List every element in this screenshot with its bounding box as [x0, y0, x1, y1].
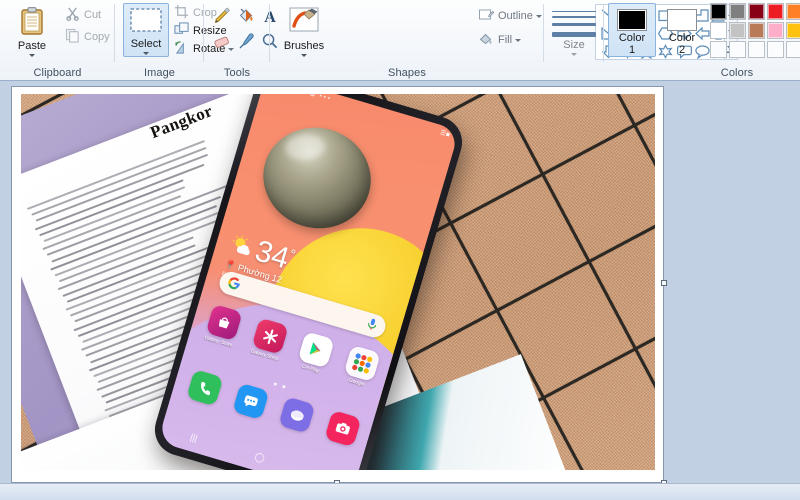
- location-pin-icon: 📍: [224, 259, 238, 272]
- palette-swatch[interactable]: [748, 3, 765, 20]
- status-signal-battery-icon: ☰■: [439, 128, 451, 138]
- fill-label: Fill: [498, 34, 512, 46]
- palette-swatch[interactable]: [767, 41, 784, 58]
- group-label-shapes: Shapes: [270, 67, 544, 79]
- resize-icon: [174, 22, 189, 40]
- size-label: Size: [563, 39, 584, 51]
- outline-label: Outline: [498, 10, 533, 22]
- color-picker-icon[interactable]: [234, 29, 258, 53]
- right-middle-handle[interactable]: [661, 280, 667, 286]
- rotate-icon: [174, 40, 189, 58]
- recents-icon[interactable]: |||: [189, 432, 199, 444]
- cut-label: Cut: [84, 9, 101, 21]
- ribbon-group-image: Select Crop Resize: [115, 0, 204, 81]
- outline-icon: [478, 7, 494, 26]
- palette-swatch[interactable]: [748, 22, 765, 39]
- palette-swatch[interactable]: [729, 3, 746, 20]
- color-2-swatch[interactable]: [667, 9, 697, 31]
- ribbon: Paste Cut Copy: [0, 0, 800, 81]
- selection-rectangle-icon: [129, 7, 163, 36]
- paste-label: Paste: [18, 40, 46, 52]
- size-dropdown-caret[interactable]: [571, 53, 577, 56]
- size-lines-icon: [552, 9, 596, 40]
- color-2-label-line1: Color: [669, 32, 695, 44]
- select-dropdown-caret[interactable]: [143, 52, 149, 55]
- crop-icon: [174, 4, 189, 22]
- microphone-icon[interactable]: [364, 316, 379, 334]
- pasted-photo[interactable]: Pangkor 12:00 ⚙ ▪▪▪ ☰■: [21, 94, 655, 470]
- color-1-swatch[interactable]: [617, 9, 647, 31]
- palette-swatch[interactable]: [710, 41, 727, 58]
- pencil-icon[interactable]: [210, 4, 234, 28]
- palette-swatch[interactable]: [786, 41, 800, 58]
- color-1-label-line2: 1: [629, 44, 635, 56]
- brushes-button[interactable]: Brushes: [278, 3, 330, 57]
- scissors-icon: [65, 6, 80, 24]
- fill-bucket-icon[interactable]: [234, 4, 258, 28]
- status-notification-icons: ▪▪▪: [318, 94, 332, 103]
- clipboard-icon: [19, 7, 45, 38]
- brushes-dropdown-caret[interactable]: [301, 54, 307, 57]
- status-bar: [0, 483, 800, 500]
- wallpaper-sphere: [251, 115, 383, 242]
- home-icon[interactable]: ◯: [253, 451, 266, 464]
- outline-button[interactable]: Outline: [475, 6, 543, 26]
- brush-icon: [289, 7, 319, 38]
- group-label-clipboard: Clipboard: [0, 67, 115, 79]
- palette-swatch[interactable]: [748, 41, 765, 58]
- palette-swatch[interactable]: [767, 3, 784, 20]
- group-label-image: Image: [115, 67, 204, 79]
- fill-button[interactable]: Fill: [475, 30, 530, 50]
- group-label-tools: Tools: [204, 67, 270, 79]
- fill-dropdown-caret[interactable]: [515, 39, 521, 42]
- copy-icon: [65, 28, 80, 46]
- palette-swatch[interactable]: [786, 3, 800, 20]
- text-line: [62, 244, 195, 297]
- copy-button[interactable]: Copy: [62, 27, 114, 47]
- work-area: Pangkor 12:00 ⚙ ▪▪▪ ☰■: [0, 81, 800, 500]
- copy-label: Copy: [84, 31, 110, 43]
- ribbon-group-tools: A Tools: [204, 0, 270, 81]
- size-button[interactable]: Size: [549, 3, 599, 57]
- ribbon-group-clipboard: Paste Cut Copy: [0, 0, 115, 81]
- eraser-icon[interactable]: [210, 29, 234, 53]
- select-label: Select: [131, 38, 162, 50]
- google-g-icon: [225, 275, 242, 294]
- select-button[interactable]: Select: [123, 3, 169, 57]
- outline-dropdown-caret[interactable]: [536, 15, 542, 18]
- color-2-button[interactable]: Color 2: [658, 3, 706, 57]
- paste-dropdown-caret[interactable]: [29, 54, 35, 57]
- palette-swatch[interactable]: [710, 3, 727, 20]
- paint-canvas[interactable]: Pangkor 12:00 ⚙ ▪▪▪ ☰■: [11, 86, 664, 483]
- ribbon-group-shapes: Brushes: [270, 0, 544, 81]
- palette-swatch[interactable]: [729, 22, 746, 39]
- palette-swatch[interactable]: [710, 22, 727, 39]
- paste-button[interactable]: Paste: [6, 3, 58, 55]
- color-1-button[interactable]: Color 1: [608, 3, 656, 57]
- status-gear-icon: ⚙: [309, 94, 317, 99]
- brushes-label: Brushes: [284, 40, 324, 52]
- palette-swatch[interactable]: [767, 22, 784, 39]
- cut-button[interactable]: Cut: [62, 5, 112, 25]
- color-2-label-line2: 2: [679, 44, 685, 56]
- palette-swatch[interactable]: [729, 41, 746, 58]
- fill-icon: [478, 31, 494, 50]
- palette-swatch[interactable]: [786, 22, 800, 39]
- ribbon-group-size: Size: [544, 0, 604, 81]
- ribbon-group-colors: Color 1 Color 2 Colors: [604, 0, 800, 81]
- color-1-label-line1: Color: [619, 32, 645, 44]
- group-label-colors: Colors: [674, 67, 800, 79]
